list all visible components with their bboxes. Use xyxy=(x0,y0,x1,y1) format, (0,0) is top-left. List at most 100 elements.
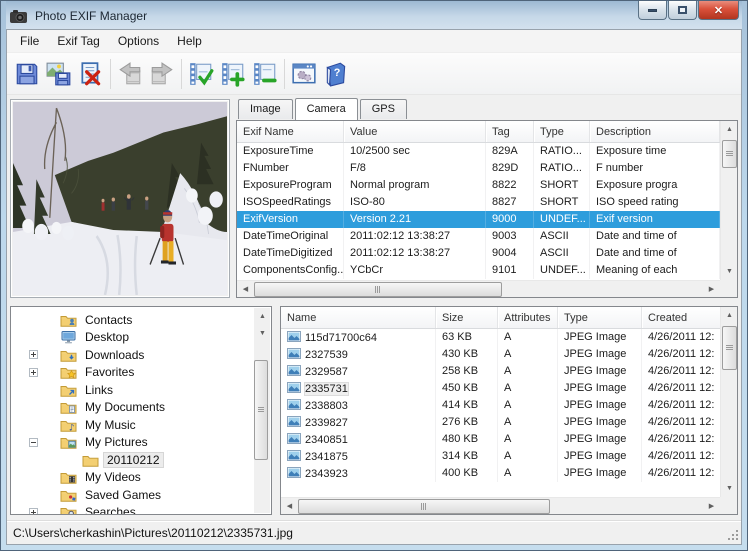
scroll-thumb[interactable] xyxy=(254,282,502,297)
table-cell: Normal program xyxy=(344,177,486,194)
save-button[interactable] xyxy=(11,57,43,91)
table-row[interactable]: ExifVersionVersion 2.219000UNDEF...Exif … xyxy=(237,211,720,228)
menu-exif-tag[interactable]: Exif Tag xyxy=(48,31,108,51)
collapse-icon[interactable] xyxy=(29,438,38,447)
tree-item-20110212[interactable]: 20110212 xyxy=(11,451,254,469)
column-header-value[interactable]: Value xyxy=(344,121,486,142)
scroll-left-arrow[interactable]: ◀ xyxy=(237,281,254,298)
expand-icon[interactable] xyxy=(29,368,38,377)
menu-help[interactable]: Help xyxy=(168,31,211,51)
tree-item-my-pictures[interactable]: My Pictures xyxy=(11,434,254,452)
next-image-button[interactable] xyxy=(146,57,178,91)
scroll-thumb[interactable] xyxy=(298,499,550,514)
table-row[interactable]: 2339827276 KBAJPEG Image4/26/2011 12: xyxy=(281,414,720,431)
table-row[interactable]: 115d71700c6463 KBAJPEG Image4/26/2011 12… xyxy=(281,329,720,346)
column-header-attributes[interactable]: Attributes xyxy=(498,307,558,328)
column-header-type[interactable]: Type xyxy=(558,307,642,328)
scroll-up-arrow[interactable]: ▲ xyxy=(254,308,271,325)
table-row[interactable]: 2338803414 KBAJPEG Image4/26/2011 12: xyxy=(281,397,720,414)
scroll-down-arrow[interactable]: ▼ xyxy=(721,480,738,497)
maximize-button[interactable] xyxy=(668,1,697,20)
scroll-up-arrow[interactable]: ▲ xyxy=(721,307,738,324)
toolbar-separator xyxy=(110,59,111,89)
scroll-thumb[interactable] xyxy=(254,360,268,460)
title-bar[interactable]: Photo EXIF Manager ✕ xyxy=(6,1,742,29)
tree-item-saved-games[interactable]: Saved Games xyxy=(11,486,254,504)
column-header-size[interactable]: Size xyxy=(436,307,498,328)
tab-image[interactable]: Image xyxy=(238,99,293,119)
previous-image-button[interactable] xyxy=(114,57,146,91)
tree-item-desktop[interactable]: Desktop xyxy=(11,329,254,347)
expand-icon[interactable] xyxy=(29,508,38,514)
table-cell: ComponentsConfig... xyxy=(237,262,344,279)
scroll-thumb[interactable] xyxy=(722,140,737,168)
table-row[interactable]: FNumberF/8829DRATIO...F number xyxy=(237,160,720,177)
tree-item-searches[interactable]: Searches xyxy=(11,504,254,515)
exif-vertical-scrollbar[interactable]: ▲ ▼ xyxy=(720,121,737,280)
table-cell: 450 KB xyxy=(436,380,498,397)
table-cell: 2329587 xyxy=(281,363,436,380)
table-row[interactable]: ComponentsConfig...YCbCr9101UNDEF...Mean… xyxy=(237,262,720,279)
column-header-description[interactable]: Description xyxy=(590,121,720,142)
tree-item-my-videos[interactable]: My Videos xyxy=(11,469,254,487)
minimize-button[interactable] xyxy=(638,1,667,20)
scroll-right-arrow[interactable]: ▶ xyxy=(703,498,720,515)
table-row[interactable]: ExposureProgramNormal program8822SHORTEx… xyxy=(237,177,720,194)
table-row[interactable]: ISOSpeedRatingsISO-808827SHORTISO speed … xyxy=(237,194,720,211)
folder-tree: ContactsDesktopDownloadsFavoritesLinksMy… xyxy=(11,311,254,514)
scroll-up-arrow[interactable]: ▲ xyxy=(721,121,738,138)
previous-image-icon xyxy=(117,61,143,87)
menu-file[interactable]: File xyxy=(11,31,48,51)
scroll-down-arrow[interactable]: ▼ xyxy=(721,263,738,280)
column-header-tag[interactable]: Tag xyxy=(486,121,534,142)
delete-exif-button[interactable] xyxy=(75,57,107,91)
column-header-exif-name[interactable]: Exif Name xyxy=(237,121,344,142)
exif-remove-button[interactable] xyxy=(249,57,281,91)
scroll-thumb[interactable] xyxy=(722,326,737,370)
column-header-name[interactable]: Name xyxy=(281,307,436,328)
close-button[interactable]: ✕ xyxy=(698,1,739,20)
scroll-right-arrow[interactable]: ▶ xyxy=(703,281,720,298)
tab-gps[interactable]: GPS xyxy=(360,99,407,119)
files-vertical-scrollbar[interactable]: ▲ ▼ xyxy=(720,307,737,497)
table-row[interactable]: DateTimeDigitized2011:02:12 13:38:279004… xyxy=(237,245,720,262)
tree-item-my-music[interactable]: ♪My Music xyxy=(11,416,254,434)
column-header-type[interactable]: Type xyxy=(534,121,590,142)
menu-options[interactable]: Options xyxy=(109,31,168,51)
expand-icon[interactable] xyxy=(29,350,38,359)
tree-item-downloads[interactable]: Downloads xyxy=(11,346,254,364)
table-cell: 4/26/2011 12: xyxy=(642,346,720,363)
exif-check-button[interactable] xyxy=(185,57,217,91)
table-row[interactable]: 2335731450 KBAJPEG Image4/26/2011 12: xyxy=(281,380,720,397)
help-icon: ? xyxy=(323,61,349,87)
options-button[interactable] xyxy=(288,57,320,91)
tree-item-contacts[interactable]: Contacts xyxy=(11,311,254,329)
tree-item-label: My Videos xyxy=(82,470,144,484)
save-image-button[interactable] xyxy=(43,57,75,91)
folder-icon xyxy=(82,453,99,467)
tree-item-links[interactable]: Links xyxy=(11,381,254,399)
help-button[interactable]: ? xyxy=(320,57,352,91)
table-row[interactable]: 2329587258 KBAJPEG Image4/26/2011 12: xyxy=(281,363,720,380)
tree-item-favorites[interactable]: Favorites xyxy=(11,364,254,382)
scroll-left-arrow[interactable]: ◀ xyxy=(281,498,298,515)
image-file-icon xyxy=(287,467,301,478)
table-row[interactable]: 2341875314 KBAJPEG Image4/26/2011 12: xyxy=(281,448,720,465)
table-row[interactable]: ExposureTime10/2500 sec829ARATIO...Expos… xyxy=(237,143,720,160)
table-row[interactable]: 2343923400 KBAJPEG Image4/26/2011 12: xyxy=(281,465,720,482)
table-row[interactable]: 2340851480 KBAJPEG Image4/26/2011 12: xyxy=(281,431,720,448)
table-cell: ISOSpeedRatings xyxy=(237,194,344,211)
files-horizontal-scrollbar[interactable]: ◀ ▶ xyxy=(281,497,720,514)
table-row[interactable]: DateTimeOriginal2011:02:12 13:38:279003A… xyxy=(237,228,720,245)
tree-item-my-documents[interactable]: My Documents xyxy=(11,399,254,417)
tree-vertical-scrollbar[interactable]: ▲ ▼ xyxy=(254,308,270,513)
resize-grip[interactable] xyxy=(727,529,739,541)
image-file-icon xyxy=(287,433,301,444)
exif-horizontal-scrollbar[interactable]: ◀ ▶ xyxy=(237,280,720,297)
table-row[interactable]: 2327539430 KBAJPEG Image4/26/2011 12: xyxy=(281,346,720,363)
scroll-down-arrow[interactable]: ▼ xyxy=(254,325,271,342)
tree-item-label: My Documents xyxy=(82,400,168,414)
table-cell: Version 2.21 xyxy=(344,211,486,228)
exif-add-button[interactable] xyxy=(217,57,249,91)
tab-camera[interactable]: Camera xyxy=(295,98,358,120)
